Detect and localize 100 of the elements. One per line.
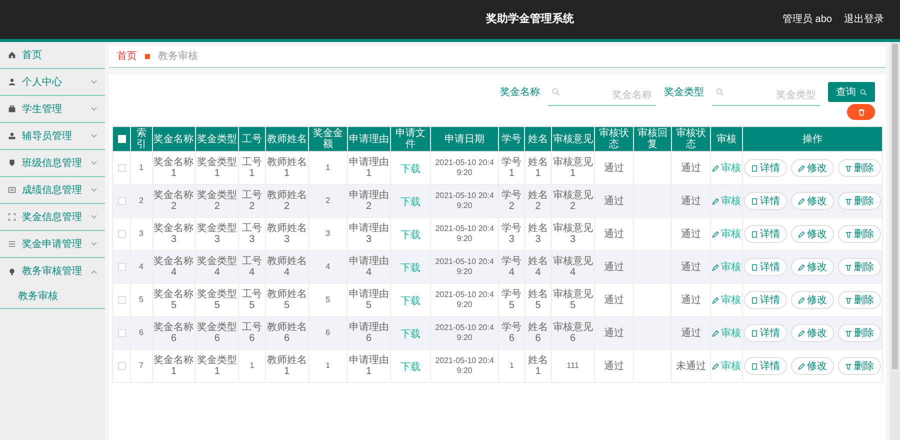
table-cell: 奖金名称1: [154, 157, 194, 179]
table-cell-text: 工号3: [240, 223, 263, 245]
download-link[interactable]: 下载: [400, 362, 421, 373]
edit-button[interactable]: 修改: [791, 258, 834, 276]
pin-icon: [8, 268, 16, 276]
search-icon: [860, 88, 867, 96]
pencil-icon: [798, 230, 805, 238]
table-cell: 奖金名称2: [154, 190, 194, 212]
details-button[interactable]: 详情: [744, 225, 787, 243]
trash-icon: [858, 108, 864, 116]
table-cell: 申请理由5: [348, 289, 390, 311]
pencil-icon: [798, 264, 805, 270]
table-cell-text: 5: [138, 295, 144, 305]
table-cell: 教师姓名6: [266, 322, 307, 344]
details-button[interactable]: 详情: [744, 291, 787, 309]
details-button[interactable]: 详情: [744, 324, 787, 342]
scrollbar[interactable]: [890, 42, 900, 440]
table-cell: 教师姓名1: [266, 157, 307, 179]
search-button[interactable]: 查询: [828, 82, 875, 102]
column-header: 操作: [742, 126, 882, 152]
table-cell-text: 2021-05-10 20:49:20: [434, 191, 495, 211]
trash-icon: [845, 362, 852, 370]
trash-icon: [845, 198, 852, 204]
download-link[interactable]: 下载: [400, 296, 421, 307]
pencil-icon: [798, 362, 805, 370]
document-icon: [751, 164, 758, 172]
table-cell-text: 通过: [602, 328, 625, 338]
edit-button[interactable]: 修改: [791, 291, 834, 309]
delete-button[interactable]: 删除: [838, 159, 881, 177]
details-button[interactable]: 详情: [744, 357, 787, 375]
edit-button[interactable]: 修改: [791, 192, 834, 210]
table-cell-text: 姓名4: [526, 256, 549, 278]
edit-button[interactable]: 修改: [791, 357, 834, 375]
table-cell-text: 工号2: [240, 190, 263, 212]
download-link[interactable]: 下载: [400, 230, 421, 241]
table-cell-text: 通过: [602, 360, 625, 372]
table-cell-text: 工号4: [240, 256, 263, 278]
document-icon: [751, 198, 758, 204]
trash-icon: [845, 296, 852, 304]
checkbox[interactable]: [118, 362, 126, 370]
table-cell: 奖金名称3: [154, 223, 194, 245]
checkbox[interactable]: [118, 230, 126, 238]
trash-icon: [845, 230, 852, 238]
table-cell-text: 6: [324, 328, 332, 338]
pencil-icon: [712, 264, 719, 271]
delete-button[interactable]: 删除: [838, 291, 881, 309]
table-cell-text: 姓名3: [526, 223, 549, 245]
download-link[interactable]: 下载: [400, 329, 421, 340]
details-button[interactable]: 详情: [744, 159, 787, 177]
table-cell-text: 学号2: [500, 190, 523, 212]
table-cell: 申请理由2: [348, 190, 390, 212]
search-field[interactable]: 奖金名称: [548, 86, 656, 106]
edit-button[interactable]: 修改: [791, 225, 834, 243]
delete-button[interactable]: [847, 104, 875, 120]
table-cell-text: 6: [138, 328, 144, 338]
table-cell-text: 姓名2: [526, 190, 549, 212]
checkbox[interactable]: [118, 296, 126, 304]
sidebar-subitem[interactable]: 教务审核: [0, 285, 105, 309]
logout-link[interactable]: 退出登录: [844, 12, 884, 27]
delete-button[interactable]: 删除: [838, 258, 881, 276]
table-cell-text: 姓名1: [526, 157, 549, 179]
document-icon: [751, 296, 758, 304]
trash-icon: [845, 330, 852, 336]
checkbox[interactable]: [118, 197, 126, 205]
separator-icon: [145, 54, 150, 59]
frame-icon: [8, 213, 16, 221]
search-field[interactable]: 奖金类型: [712, 86, 820, 106]
checkbox[interactable]: [118, 263, 126, 271]
delete-button[interactable]: 删除: [838, 225, 881, 243]
download-link[interactable]: 下载: [400, 263, 421, 274]
table-cell: 审核意见1: [552, 157, 594, 179]
pencil-icon: [798, 164, 805, 172]
table-cell: 教师姓名3: [266, 223, 307, 245]
table-cell-text: 学号4: [500, 256, 523, 278]
search-icon: [552, 88, 560, 96]
pencil-icon: [712, 231, 719, 238]
edit-button[interactable]: 修改: [791, 159, 834, 177]
chart-icon: [8, 186, 16, 194]
delete-button[interactable]: 删除: [838, 324, 881, 342]
table-cell-text: 通过: [602, 262, 625, 272]
checkbox[interactable]: [118, 329, 126, 337]
download-link[interactable]: 下载: [400, 164, 421, 175]
table-cell: 奖金类型4: [196, 256, 238, 278]
table-cell-text: 姓名1: [526, 355, 549, 377]
table-cell: 教师姓名1: [266, 355, 307, 377]
breadcrumb-link[interactable]: 首页: [117, 49, 137, 64]
table-cell-text: 未通过: [675, 360, 708, 372]
table-cell-text: 1: [138, 163, 144, 173]
details-button[interactable]: 详情: [744, 192, 787, 210]
checkbox[interactable]: [118, 164, 126, 172]
person-icon: [8, 78, 16, 86]
table-cell-text: 工号6: [240, 322, 263, 344]
edit-button[interactable]: 修改: [791, 324, 834, 342]
details-button[interactable]: 详情: [744, 258, 787, 276]
delete-button[interactable]: 删除: [838, 357, 881, 375]
pencil-icon: [712, 330, 719, 337]
delete-button[interactable]: 删除: [838, 192, 881, 210]
download-link[interactable]: 下载: [400, 197, 421, 208]
breadcrumb-link[interactable]: 教务审核: [158, 49, 198, 64]
document-icon: [751, 362, 758, 370]
